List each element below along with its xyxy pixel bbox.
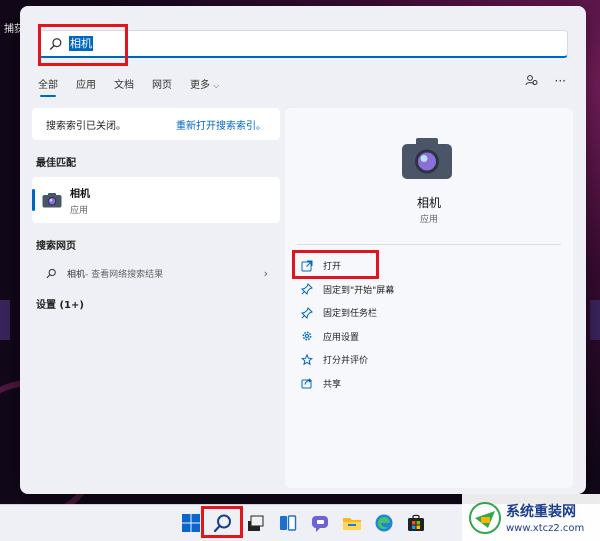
watermark-logo-icon xyxy=(469,501,501,534)
selection-indicator xyxy=(32,189,35,211)
divider xyxy=(297,244,561,245)
highlight-box-search xyxy=(38,24,128,66)
highlight-box-taskbar-search xyxy=(201,506,243,538)
pin-icon xyxy=(301,283,313,296)
best-match-type: 应用 xyxy=(70,205,89,216)
gear-icon xyxy=(302,331,312,341)
chevron-right-icon[interactable]: › xyxy=(264,267,268,280)
action-pin-start[interactable]: 固定到"开始"屏幕 xyxy=(301,278,394,302)
action-share[interactable]: 共享 xyxy=(301,372,394,396)
best-match-name: 相机 xyxy=(70,188,90,200)
best-match-heading: 最佳匹配 xyxy=(36,158,76,169)
watermark-title: 系统重装网 xyxy=(506,504,576,520)
widgets-icon[interactable] xyxy=(278,513,298,533)
best-match-item[interactable]: 相机 应用 xyxy=(32,177,280,223)
camera-app-icon-large xyxy=(402,138,452,179)
microsoft-store-icon[interactable] xyxy=(406,513,426,533)
chevron-down-icon: ⌵ xyxy=(213,81,220,90)
tab-more[interactable]: 更多 ⌵ xyxy=(190,76,219,97)
tab-all[interactable]: 全部 xyxy=(38,76,58,97)
action-pin-taskbar[interactable]: 固定到任务栏 xyxy=(301,301,394,325)
web-search-term: 相机 xyxy=(67,269,86,280)
web-search-suffix: - 查看网络搜索结果 xyxy=(85,269,164,280)
share-icon xyxy=(301,378,312,389)
file-explorer-icon[interactable] xyxy=(342,513,362,533)
action-share-label: 共享 xyxy=(323,379,342,390)
highlight-box-open xyxy=(292,250,379,279)
camera-app-icon xyxy=(42,193,62,208)
action-pin-start-label: 固定到"开始"屏幕 xyxy=(323,285,395,296)
action-app-settings[interactable]: 应用设置 xyxy=(301,325,394,349)
web-search-result[interactable]: 相机 - 查看网络搜索结果 › xyxy=(32,260,280,286)
search-icon xyxy=(46,268,56,278)
app-detail-pane: 相机 应用 打开 固定到"开始"屏幕 固定到任务栏 应用设置 打分并评价 共享 xyxy=(285,108,573,488)
search-filter-tabs: 全部 应用 文档 网页 更多 ⌵ xyxy=(38,76,237,97)
more-options-button[interactable]: ··· xyxy=(555,74,566,88)
windows-start-icon[interactable] xyxy=(181,513,201,533)
tab-apps[interactable]: 应用 xyxy=(76,76,96,97)
task-view-icon[interactable] xyxy=(245,513,265,533)
action-rate-review-label: 打分并评价 xyxy=(323,356,369,367)
tab-web[interactable]: 网页 xyxy=(152,76,172,97)
settings-group[interactable]: 设置 (1+) xyxy=(36,296,280,311)
action-pin-taskbar-label: 固定到任务栏 xyxy=(323,309,378,320)
detail-app-type: 应用 xyxy=(419,215,438,225)
site-watermark: 系统重装网 www.xtcz2.com xyxy=(462,494,600,541)
start-search-panel: 相机 全部 应用 文档 网页 更多 ⌵ ··· 搜索索引已关闭。 重新打开搜索索… xyxy=(20,6,586,494)
action-rate-review[interactable]: 打分并评价 xyxy=(301,348,394,372)
desktop-edge-right xyxy=(590,300,600,340)
teams-chat-icon[interactable] xyxy=(310,513,330,533)
edge-browser-icon[interactable] xyxy=(374,513,394,533)
reenable-index-link[interactable]: 重新打开搜索索引。 xyxy=(176,117,266,132)
tab-documents[interactable]: 文档 xyxy=(114,76,134,97)
action-app-settings-label: 应用设置 xyxy=(323,332,360,343)
watermark-url: www.xtcz2.com xyxy=(506,523,585,534)
star-icon xyxy=(301,353,313,365)
detail-app-name: 相机 xyxy=(416,196,441,210)
web-search-heading: 搜索网页 xyxy=(36,241,76,252)
notice-text: 搜索索引已关闭。 xyxy=(46,120,126,132)
results-list: 搜索索引已关闭。 重新打开搜索索引。 最佳匹配 相机 应用 搜索网页 相机 - … xyxy=(32,108,280,311)
pin-icon xyxy=(301,306,313,319)
desktop-edge-left xyxy=(0,300,10,340)
account-switch-icon[interactable] xyxy=(525,74,539,88)
search-index-notice: 搜索索引已关闭。 重新打开搜索索引。 xyxy=(32,108,280,140)
